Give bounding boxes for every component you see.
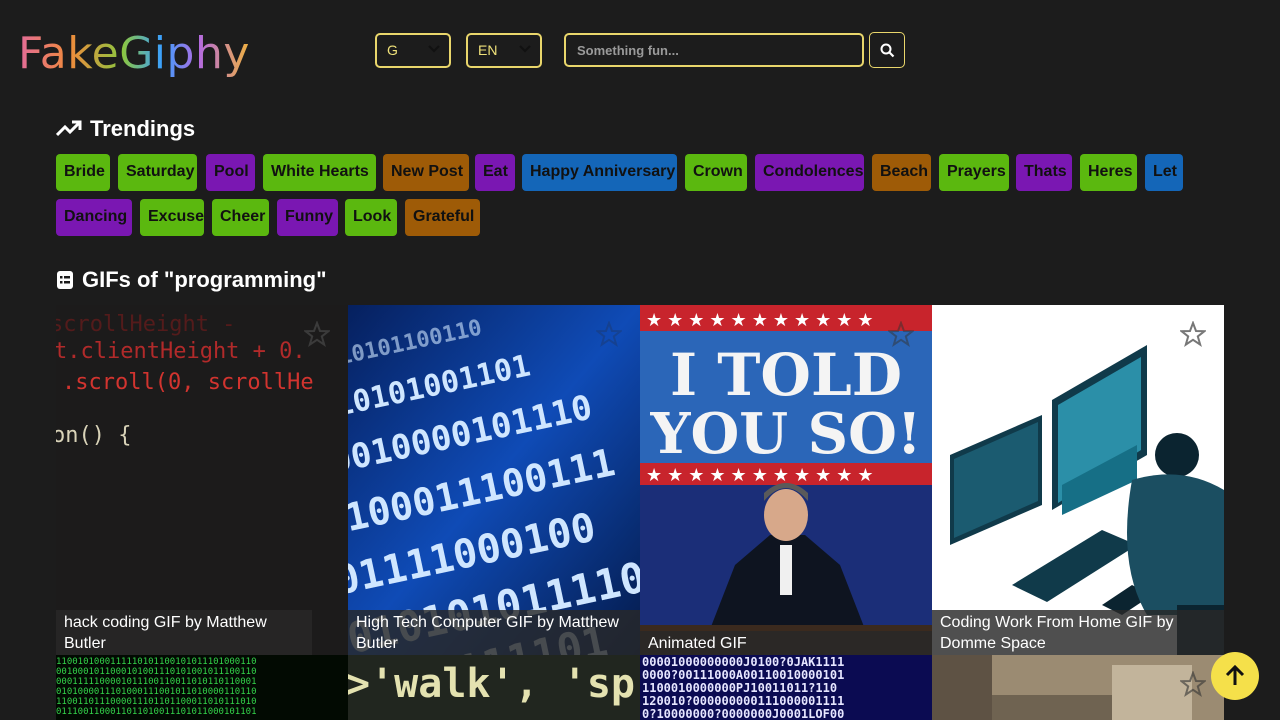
tag-excuse[interactable]: Excuse xyxy=(140,199,204,236)
gif-image: >'walk', 'sp xyxy=(348,655,640,720)
tag-pool[interactable]: Pool xyxy=(206,154,255,191)
gif-code-line: t.clientHeight + 0. xyxy=(56,339,306,364)
tag-cheer[interactable]: Cheer xyxy=(212,199,269,236)
gif-card-animated[interactable]: ★ ★ ★ ★ ★ ★ ★ ★ ★ ★ ★ I TOLD YOU SO! ★ ★… xyxy=(640,305,932,655)
gifs-title: GIFs of "programming" xyxy=(82,267,327,292)
gif-card-coding-work-from-home[interactable]: Coding Work From Home GIF by Domme Space xyxy=(932,305,1224,655)
tag-bride[interactable]: Bride xyxy=(56,154,110,191)
svg-text:0000?00111000A00110010000101: 0000?00111000A00110010000101 xyxy=(642,668,844,682)
search-placeholder: Something fun... xyxy=(577,43,679,58)
header: FakeGiphy G EN Something fun... xyxy=(0,0,1280,100)
scroll-to-top-button[interactable] xyxy=(1211,652,1259,700)
tag-beach[interactable]: Beach xyxy=(872,154,931,191)
gif-code-line: >'walk', 'sp xyxy=(348,661,635,707)
app-logo[interactable]: FakeGiphy xyxy=(18,28,250,79)
document-list-icon xyxy=(57,271,73,289)
chevron-down-icon xyxy=(428,45,440,53)
gif-code-line: on() { xyxy=(56,423,131,448)
gif-caption: hack coding GIF by Matthew Butler xyxy=(56,610,312,655)
gifs-heading: GIFs of "programming" xyxy=(56,267,327,293)
gif-image: 10110101100110 0110101001101 00010000101… xyxy=(348,305,640,655)
star-outline-icon[interactable] xyxy=(1180,671,1206,697)
svg-text:scrollHeight -: scrollHeight - xyxy=(56,312,235,337)
svg-text:120010?000000000111000001111: 120010?000000000111000001111 xyxy=(642,694,844,708)
tag-crown[interactable]: Crown xyxy=(685,154,747,191)
gif-card-office[interactable] xyxy=(932,655,1224,720)
tag-dancing[interactable]: Dancing xyxy=(56,199,132,236)
svg-text:011100110001101101001110101100: 0111001100011011010011101011000101101 xyxy=(56,707,256,717)
svg-text:110010100011111010110010101110: 1100101000111110101100101011101000110 xyxy=(56,657,256,667)
arrow-up-icon xyxy=(1225,664,1245,685)
gif-card-matrix[interactable]: 1100101000111110101100101011101000110 00… xyxy=(56,655,348,720)
search-button[interactable] xyxy=(869,32,905,68)
tag-let[interactable]: Let xyxy=(1145,154,1183,191)
tag-white-hearts[interactable]: White Hearts xyxy=(263,154,376,191)
star-outline-icon[interactable] xyxy=(888,321,914,347)
svg-text:000111110000101110011001101011: 0001111100001011100110011010110110001 xyxy=(56,677,256,687)
gif-card-walk[interactable]: >'walk', 'sp xyxy=(348,655,640,720)
gif-image: scrollHeight - t.clientHeight + 0. .scro… xyxy=(56,305,348,655)
gif-grid: scrollHeight - t.clientHeight + 0. .scro… xyxy=(56,305,1224,720)
gif-card-hack-coding[interactable]: scrollHeight - t.clientHeight + 0. .scro… xyxy=(56,305,348,655)
star-outline-icon[interactable] xyxy=(304,321,330,347)
svg-text:001000101100010100111010100101: 0010001011000101001110101001011100110 xyxy=(56,667,256,677)
tag-eat[interactable]: Eat xyxy=(475,154,515,191)
star-outline-icon[interactable] xyxy=(596,321,622,347)
gif-code-line: .scroll(0, scrollHe xyxy=(62,370,314,395)
gif-image xyxy=(932,305,1224,655)
tag-heres[interactable]: Heres xyxy=(1080,154,1137,191)
svg-text:0?10000000?0000000J0001LOF00: 0?10000000?0000000J0001LOF00 xyxy=(642,707,844,720)
tag-new-post[interactable]: New Post xyxy=(383,154,469,191)
language-select[interactable]: EN xyxy=(466,33,542,68)
tag-thats[interactable]: Thats xyxy=(1016,154,1072,191)
svg-text:★ ★ ★ ★ ★ ★ ★ ★ ★ ★ ★: ★ ★ ★ ★ ★ ★ ★ ★ ★ ★ ★ xyxy=(646,465,874,485)
svg-text:★ ★ ★ ★ ★ ★ ★ ★ ★ ★ ★: ★ ★ ★ ★ ★ ★ ★ ★ ★ ★ ★ xyxy=(646,310,874,330)
gif-caption: High Tech Computer GIF by Matthew Butler xyxy=(348,610,640,655)
gif-image: 1100101000111110101100101011101000110 00… xyxy=(56,655,348,720)
chevron-down-icon xyxy=(519,45,531,53)
gif-title-text: I TOLD xyxy=(670,341,902,409)
svg-text:110011011100001110110110001101: 1100110111000011101101100011010111010 xyxy=(56,697,256,707)
tag-prayers[interactable]: Prayers xyxy=(939,154,1009,191)
tag-saturday[interactable]: Saturday xyxy=(118,154,197,191)
search-input[interactable]: Something fun... xyxy=(564,33,864,67)
gif-card-high-tech-computer[interactable]: 10110101100110 0110101001101 00010000101… xyxy=(348,305,640,655)
tag-grateful[interactable]: Grateful xyxy=(405,199,480,236)
gif-title-text: YOU SO! xyxy=(650,401,922,467)
tag-happy-anniversary[interactable]: Happy Anniversary xyxy=(522,154,677,191)
rating-select[interactable]: G xyxy=(375,33,451,68)
svg-text:1100010000000PJ10011011?110: 1100010000000PJ10011011?110 xyxy=(642,681,837,695)
trendings-heading: Trendings xyxy=(56,116,195,142)
magnifier-icon xyxy=(880,43,895,58)
tag-condolences[interactable]: Condolences xyxy=(755,154,864,191)
trendings-title: Trendings xyxy=(90,116,196,141)
gif-caption: Coding Work From Home GIF by Domme Space xyxy=(932,610,1224,655)
tag-funny[interactable]: Funny xyxy=(277,199,338,236)
rating-select-value: G xyxy=(387,42,398,58)
gif-image: ★ ★ ★ ★ ★ ★ ★ ★ ★ ★ ★ I TOLD YOU SO! ★ ★… xyxy=(640,305,932,655)
star-outline-icon[interactable] xyxy=(1180,321,1206,347)
tag-look[interactable]: Look xyxy=(345,199,397,236)
gif-card-binary-blue[interactable]: 00001000000000J0100?0JAK1111 0000?001110… xyxy=(640,655,932,720)
language-select-value: EN xyxy=(478,42,498,58)
trending-up-icon xyxy=(56,120,82,137)
svg-text:00001000000000J0100?0JAK1111: 00001000000000J0100?0JAK1111 xyxy=(642,655,844,669)
gif-image: 00001000000000J0100?0JAK1111 0000?001110… xyxy=(640,655,932,720)
gif-caption: Animated GIF xyxy=(640,631,932,655)
svg-text:010100001110100011100101101000: 0101000011101000111001011010000110110 xyxy=(56,687,256,697)
